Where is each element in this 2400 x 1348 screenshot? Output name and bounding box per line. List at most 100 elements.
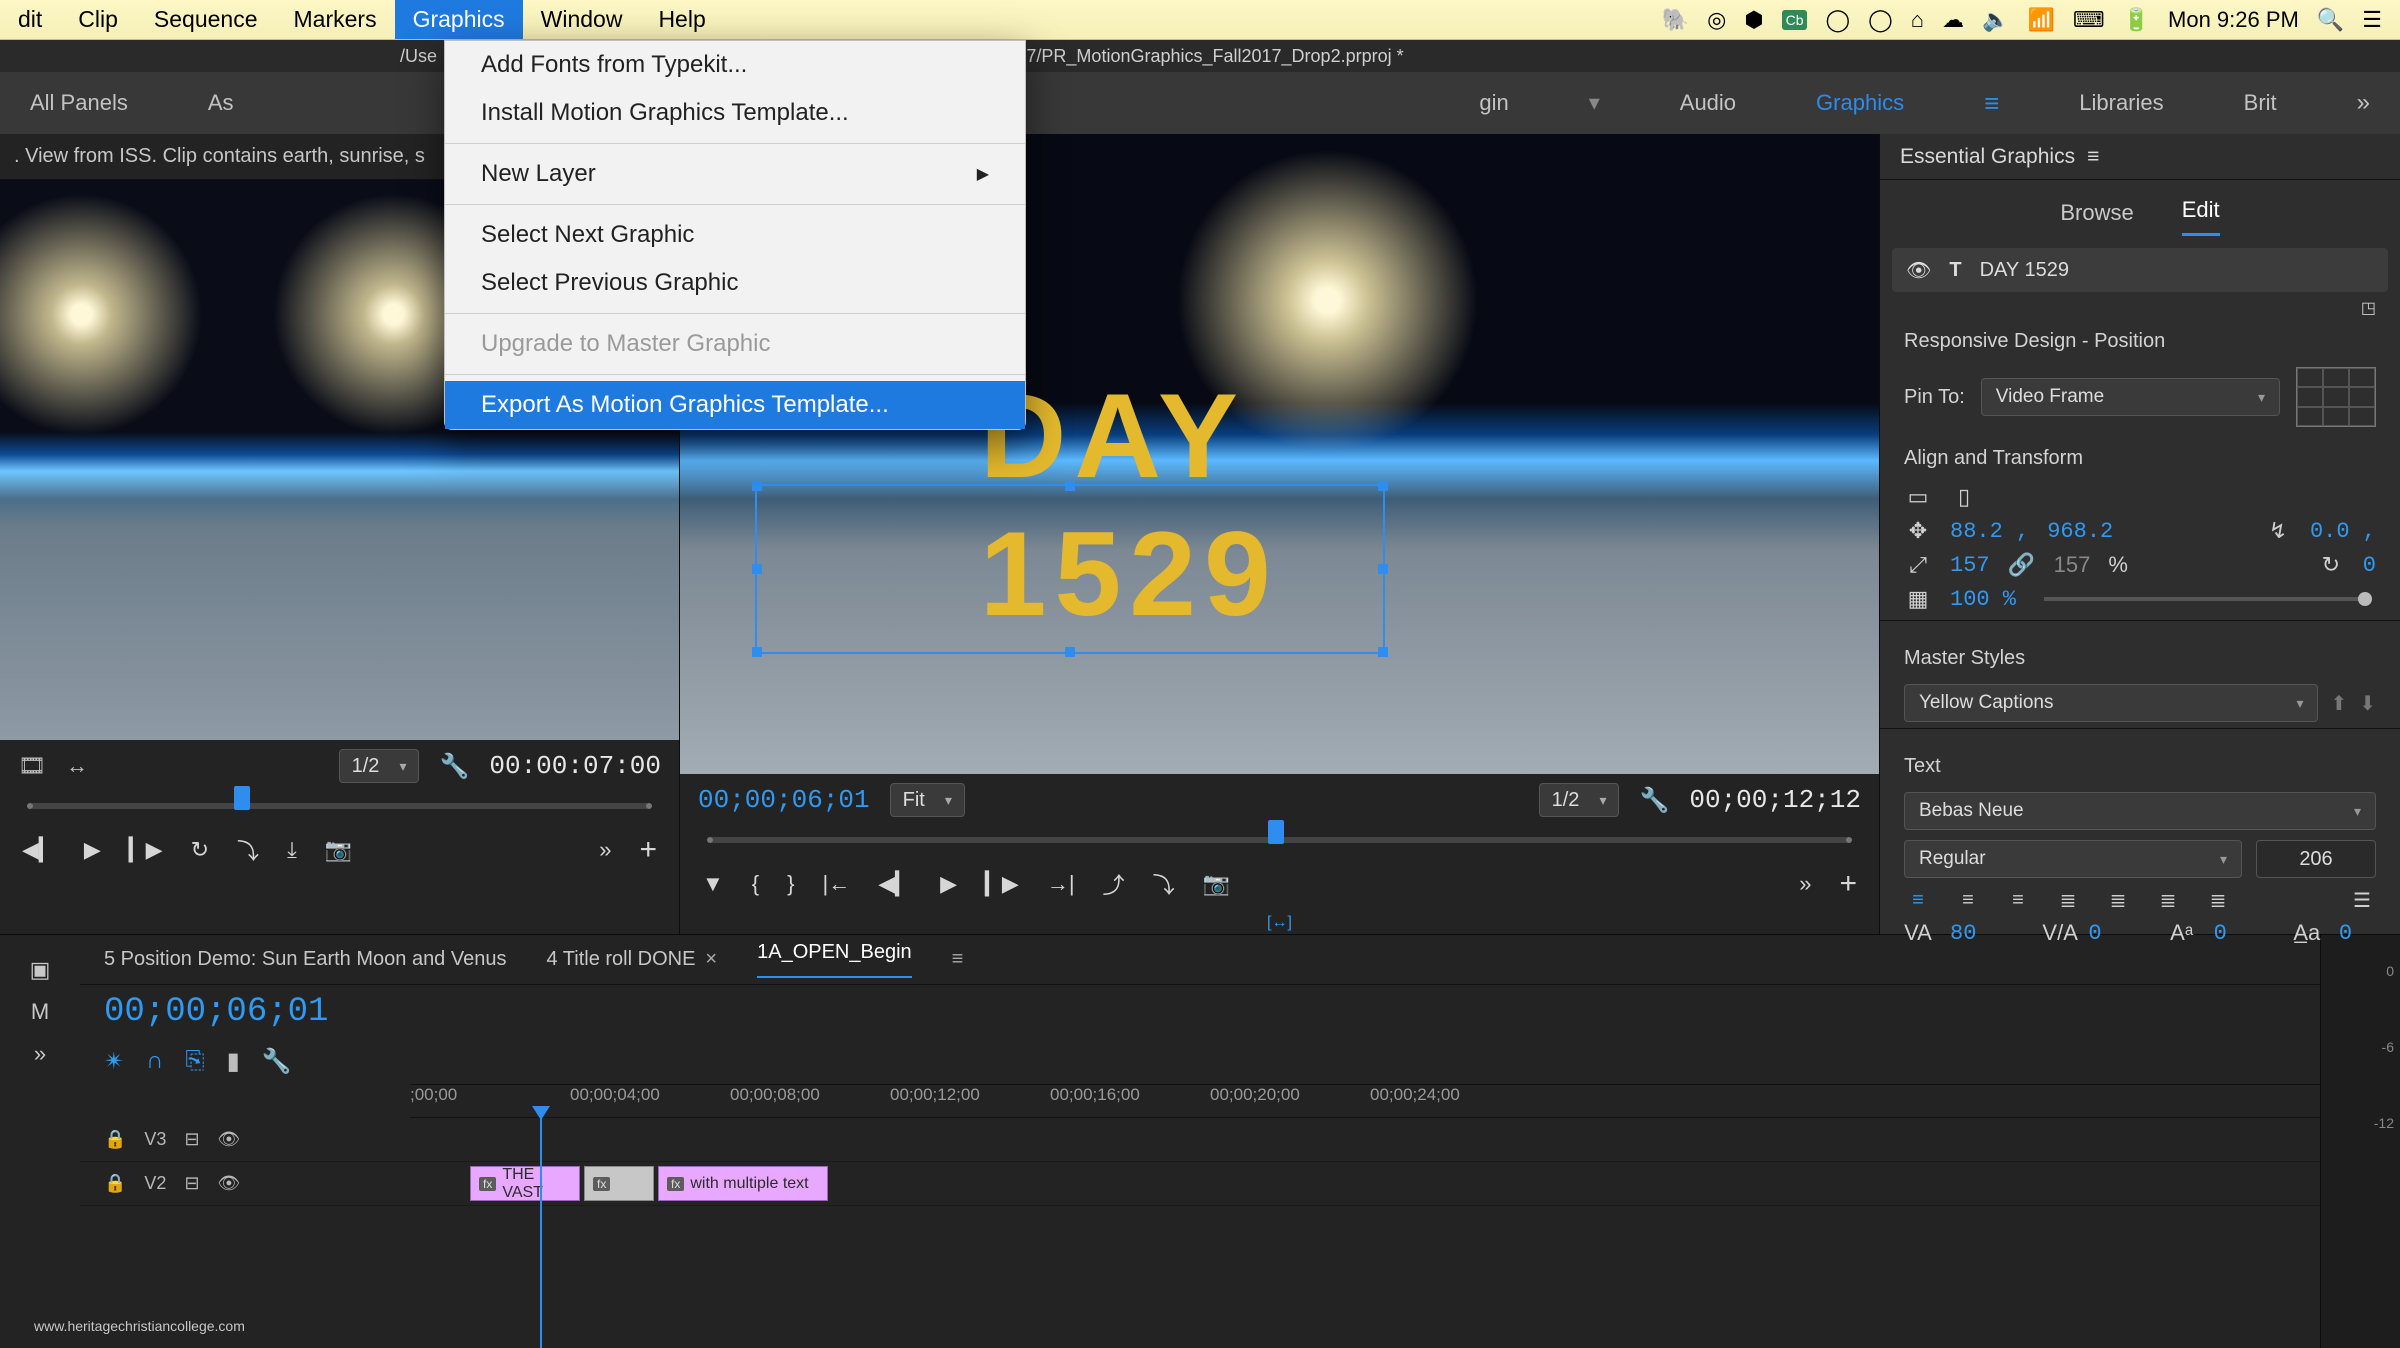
- track-v2-eye-icon[interactable]: 👁: [218, 1173, 241, 1194]
- leading-val[interactable]: 0: [2339, 921, 2352, 946]
- track-v2-label[interactable]: V2: [144, 1173, 166, 1194]
- source-zoom-dropdown[interactable]: 1/2: [339, 749, 420, 783]
- ess-layer-row[interactable]: 👁 T DAY 1529: [1892, 248, 2388, 292]
- track-v2-toggle-icon[interactable]: ⊟: [184, 1173, 199, 1194]
- program-tc-left[interactable]: 00;00;06;01: [698, 785, 870, 815]
- src-insert-icon[interactable]: ⤵: [237, 834, 259, 866]
- clip-multiple[interactable]: fxwith multiple text: [658, 1166, 828, 1201]
- menu-dit[interactable]: dit: [0, 0, 60, 39]
- ws-assembly[interactable]: As: [208, 90, 234, 116]
- justify-c-icon[interactable]: ≣: [2104, 888, 2132, 912]
- ess-tab-edit[interactable]: Edit: [2182, 197, 2220, 236]
- program-scrubber[interactable]: [710, 826, 1849, 854]
- src-play-icon[interactable]: ▶: [84, 837, 101, 863]
- source-comp-icon[interactable]: ↔: [66, 753, 88, 779]
- tl-overflow-icon[interactable]: »: [34, 1041, 46, 1067]
- source-settings-icon[interactable]: 🎞: [18, 753, 46, 779]
- mi-select-prev[interactable]: Select Previous Graphic: [445, 259, 1025, 307]
- wifi-icon[interactable]: 📶: [2027, 7, 2054, 33]
- pull-style-icon[interactable]: ⬇: [2359, 691, 2376, 716]
- ws-all-panels[interactable]: All Panels: [30, 90, 128, 116]
- menu-sequence[interactable]: Sequence: [136, 0, 276, 39]
- menu-graphics[interactable]: Graphics: [395, 0, 523, 39]
- tl-linked-icon[interactable]: ⎘: [185, 1047, 204, 1076]
- opacity-icon[interactable]: ▦: [1904, 586, 1932, 612]
- seq-tab-1[interactable]: 4 Title roll DONE: [546, 948, 695, 971]
- ess-tab-browse[interactable]: Browse: [2060, 200, 2133, 236]
- opacity-slider-handle[interactable]: [2358, 592, 2372, 606]
- seq-tab-0[interactable]: 5 Position Demo: Sun Earth Moon and Venu…: [104, 948, 506, 971]
- scale-a[interactable]: 157: [1950, 553, 1990, 578]
- justify-full-icon[interactable]: ≣: [2204, 888, 2232, 912]
- timeline-playhead[interactable]: [540, 1118, 542, 1348]
- ess-menu-icon[interactable]: ≡: [2087, 145, 2099, 169]
- src-export-frame-icon[interactable]: 📷: [325, 837, 352, 863]
- kerning-val[interactable]: 80: [1950, 921, 1976, 946]
- font-dropdown[interactable]: Bebas Neue: [1904, 792, 2376, 830]
- ws-gin[interactable]: gin: [1479, 90, 1508, 116]
- program-zoom-dropdown[interactable]: 1/2: [1539, 783, 1620, 817]
- mi-add-fonts[interactable]: Add Fonts from Typekit...: [445, 41, 1025, 89]
- track-v3-toggle-icon[interactable]: ⊟: [184, 1129, 199, 1150]
- graphic-selection-box[interactable]: [755, 484, 1385, 654]
- pin-diagram[interactable]: [2296, 367, 2376, 427]
- ws-brit[interactable]: Brit: [2244, 90, 2277, 116]
- rotate-icon[interactable]: ↻: [2317, 552, 2345, 578]
- pos-y[interactable]: 968.2: [2047, 519, 2113, 544]
- push-style-icon[interactable]: ⬆: [2330, 691, 2347, 716]
- spotlight-icon[interactable]: 🔍: [2317, 7, 2344, 33]
- prg-step-back-icon[interactable]: ◀▎: [878, 871, 912, 897]
- prg-overflow-icon[interactable]: »: [1799, 871, 1811, 897]
- prg-lift-icon[interactable]: ⤴: [1103, 868, 1125, 900]
- align-hcenter-icon[interactable]: ▭: [1904, 484, 1932, 510]
- prg-snapshot-icon[interactable]: 📷: [1203, 871, 1230, 897]
- justify-r-icon[interactable]: ≣: [2154, 888, 2182, 912]
- prg-marker-icon[interactable]: ▼: [702, 871, 724, 897]
- circle1-icon[interactable]: ◯: [1825, 7, 1850, 33]
- tl-nesting-icon[interactable]: ✴: [104, 1047, 124, 1076]
- prg-play-icon[interactable]: ▶: [940, 871, 957, 897]
- battery-icon[interactable]: 🔋: [2123, 7, 2150, 33]
- mi-install-mogrt[interactable]: Install Motion Graphics Template...: [445, 89, 1025, 137]
- source-timecode[interactable]: 00:00:07:00: [489, 751, 661, 781]
- prg-in-icon[interactable]: {: [752, 871, 759, 897]
- src-step-fwd-icon[interactable]: ▎▶: [129, 837, 163, 863]
- clip-vast[interactable]: fxTHE VAST: [470, 1166, 580, 1201]
- keyboard-icon[interactable]: ⌨: [2073, 7, 2105, 33]
- tl-snap-icon[interactable]: ∩: [146, 1047, 163, 1076]
- ws-options-icon[interactable]: ≡: [1984, 88, 1999, 119]
- prg-safe-margins-icon[interactable]: [↔]: [1267, 914, 1292, 932]
- timeline-timecode[interactable]: 00;00;06;01: [104, 993, 328, 1031]
- tl-markers-icon[interactable]: ▮: [227, 1047, 240, 1076]
- align-center-icon[interactable]: ≡: [1954, 888, 1982, 912]
- ws-audio[interactable]: Audio: [1680, 90, 1736, 116]
- timeline-ruler[interactable]: ;00;0000;00;04;0000;00;08;0000;00;12;000…: [410, 1084, 2320, 1118]
- opacity-val[interactable]: 100 %: [1950, 587, 2016, 612]
- src-loop-icon[interactable]: ↻: [191, 837, 209, 863]
- mi-select-next[interactable]: Select Next Graphic: [445, 211, 1025, 259]
- link-icon[interactable]: 🔗: [2008, 552, 2036, 578]
- menu-markers[interactable]: Markers: [276, 0, 395, 39]
- home-icon[interactable]: ⌂: [1911, 7, 1924, 33]
- program-wrench-icon[interactable]: 🔧: [1639, 786, 1669, 815]
- pos-x[interactable]: 88.2 ,: [1950, 519, 2029, 544]
- baseline-val[interactable]: 0: [2214, 921, 2227, 946]
- cb-icon[interactable]: Cb: [1782, 10, 1808, 30]
- seq-tab-2[interactable]: 1A_OPEN_Begin: [757, 941, 912, 978]
- menu-clip[interactable]: Clip: [60, 0, 136, 39]
- prg-step-fwd-icon[interactable]: ▎▶: [985, 871, 1019, 897]
- circle2-icon[interactable]: ◯: [1868, 7, 1893, 33]
- eye-icon[interactable]: 👁: [1906, 258, 1931, 283]
- new-layer-icon[interactable]: ◳: [2361, 298, 2376, 318]
- evernote-icon[interactable]: 🐘: [1662, 7, 1689, 33]
- track-v3-label[interactable]: V3: [144, 1129, 166, 1150]
- mi-export-mogrt[interactable]: Export As Motion Graphics Template...: [445, 381, 1025, 429]
- scale-icon[interactable]: ⤢: [1904, 552, 1932, 578]
- track-v3-eye-icon[interactable]: 👁: [218, 1129, 241, 1150]
- prg-add-button-icon[interactable]: +: [1839, 867, 1857, 901]
- tl-marker-icon[interactable]: M: [31, 999, 49, 1025]
- menu-window[interactable]: Window: [523, 0, 641, 39]
- track-v3-lane[interactable]: [410, 1118, 2320, 1161]
- cloud-icon[interactable]: ☁: [1942, 7, 1964, 33]
- tab-list-icon[interactable]: ☰: [2348, 888, 2376, 912]
